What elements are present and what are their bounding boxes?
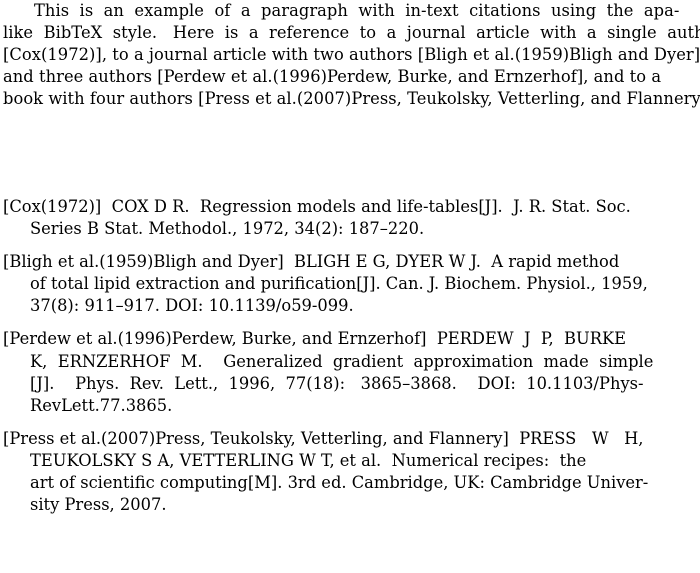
bibliography-entry-bligh1959: [Bligh et al.(1959)Bligh and Dyer] BLIGH… [3, 251, 697, 317]
bibliography-entry-line: 37(8): 911–917. DOI: 10.1139/o59-099. [30, 296, 354, 316]
bibliography-entry-press2007: [Press et al.(2007)Press, Teukolsky, Vet… [3, 428, 697, 516]
bibliography-entry-line: [Bligh et al.(1959)Bligh and Dyer] BLIGH… [3, 252, 620, 272]
bibliography-list: [Cox(1972)] COX D R. Regression models a… [3, 196, 697, 527]
bibliography-entry-line: TEUKOLSKY S A, VETTERLING W T, et al. Nu… [30, 450, 587, 470]
bibliography-entry-line: K, ERNZERHOF M. Generalized gradient app… [30, 351, 654, 371]
document-page: This is an example of a paragraph with i… [0, 0, 700, 573]
bibliography-entry-perdew1996: [Perdew et al.(1996)Perdew, Burke, and E… [3, 328, 697, 416]
intro-paragraph-line-4: and three authors [Perdew et al.(1996)Pe… [3, 67, 662, 87]
intro-paragraph-line-2: like BibTeX style. Here is a reference t… [3, 23, 700, 43]
intro-paragraph-line-1: This is an example of a paragraph with i… [34, 1, 680, 20]
bibliography-entry-line: RevLett.77.3865. [30, 395, 173, 415]
bibliography-entry-line: art of scientific computing[M]. 3rd ed. … [30, 473, 649, 493]
bibliography-entry-line: Series B Stat. Methodol., 1972, 34(2): 1… [30, 219, 425, 239]
bibliography-entry-line: sity Press, 2007. [30, 495, 167, 515]
bibliography-entry-line: [Press et al.(2007)Press, Teukolsky, Vet… [3, 428, 644, 448]
bibliography-entry-line: [Perdew et al.(1996)Perdew, Burke, and E… [3, 329, 627, 349]
bibliography-entry-line: [Cox(1972)] COX D R. Regression models a… [3, 197, 631, 216]
intro-paragraph-line-5: book with four authors [Press et al.(200… [3, 89, 700, 109]
bibliography-entry-line: [J]. Phys. Rev. Lett., 1996, 77(18): 386… [30, 373, 644, 393]
bibliography-entry-cox1972: [Cox(1972)] COX D R. Regression models a… [3, 196, 697, 240]
intro-paragraph: This is an example of a paragraph with i… [3, 0, 700, 110]
intro-paragraph-line-3: [Cox(1972)], to a journal article with t… [3, 45, 700, 65]
bibliography-entry-line: of total lipid extraction and purificati… [30, 274, 648, 294]
